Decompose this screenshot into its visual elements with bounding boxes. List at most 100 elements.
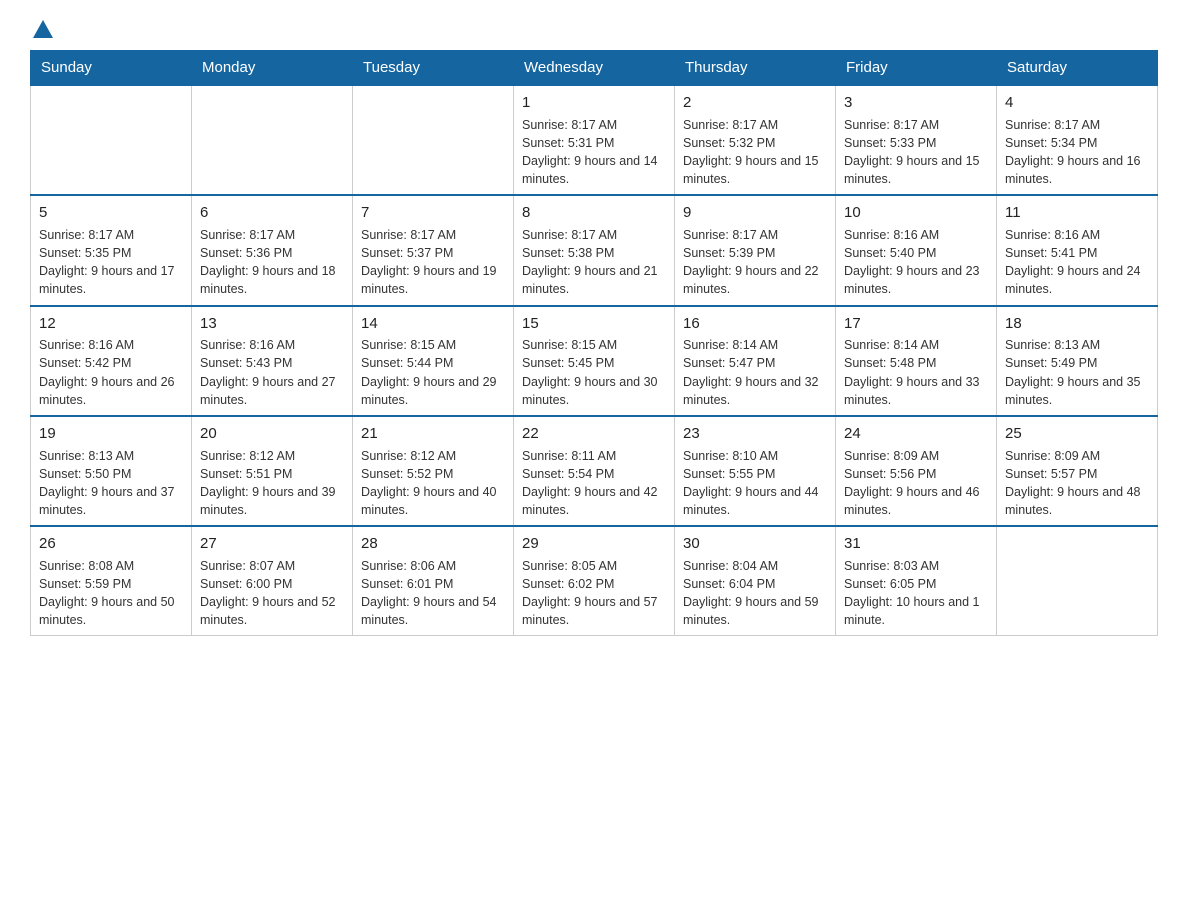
sunset-text: Sunset: 6:02 PM — [522, 577, 614, 591]
calendar-cell: 24Sunrise: 8:09 AMSunset: 5:56 PMDayligh… — [836, 416, 997, 526]
sunrise-text: Sunrise: 8:05 AM — [522, 559, 617, 573]
day-number: 13 — [200, 313, 344, 335]
sunrise-text: Sunrise: 8:12 AM — [361, 449, 456, 463]
calendar-cell: 10Sunrise: 8:16 AMSunset: 5:40 PMDayligh… — [836, 195, 997, 305]
day-number: 2 — [683, 92, 827, 114]
sunrise-text: Sunrise: 8:04 AM — [683, 559, 778, 573]
daylight-text: Daylight: 9 hours and 19 minutes. — [361, 264, 497, 296]
sunset-text: Sunset: 5:44 PM — [361, 356, 453, 370]
daylight-text: Daylight: 9 hours and 42 minutes. — [522, 485, 658, 517]
day-number: 8 — [522, 202, 666, 224]
sunrise-text: Sunrise: 8:16 AM — [1005, 228, 1100, 242]
sunrise-text: Sunrise: 8:08 AM — [39, 559, 134, 573]
day-number: 30 — [683, 533, 827, 555]
sunrise-text: Sunrise: 8:17 AM — [200, 228, 295, 242]
sunset-text: Sunset: 5:41 PM — [1005, 246, 1097, 260]
calendar-week-row-5: 26Sunrise: 8:08 AMSunset: 5:59 PMDayligh… — [31, 526, 1158, 636]
calendar-week-row-1: 1 Sunrise: 8:17 AM Sunset: 5:31 PM Daylight… — [31, 85, 1158, 195]
calendar-header-sunday: Sunday — [31, 51, 192, 86]
calendar-cell: 1Sunrise: 8:17 AMSunset: 5:31 PMDaylight… — [514, 85, 675, 195]
logo-triangle-icon — [33, 20, 53, 38]
calendar-cell: 23Sunrise: 8:10 AMSunset: 5:55 PMDayligh… — [675, 416, 836, 526]
calendar-cell: 17Sunrise: 8:14 AMSunset: 5:48 PMDayligh… — [836, 306, 997, 416]
calendar-cell: 13Sunrise: 8:16 AMSunset: 5:43 PMDayligh… — [192, 306, 353, 416]
calendar-cell: 11Sunrise: 8:16 AMSunset: 5:41 PMDayligh… — [997, 195, 1158, 305]
sunrise-text: Sunrise: 8:13 AM — [39, 449, 134, 463]
day-number: 27 — [200, 533, 344, 555]
sunrise-text: Sunrise: 8:17 AM — [39, 228, 134, 242]
sunrise-text: Sunrise: 8:16 AM — [39, 338, 134, 352]
calendar-cell: 26Sunrise: 8:08 AMSunset: 5:59 PMDayligh… — [31, 526, 192, 636]
calendar-cell: 25Sunrise: 8:09 AMSunset: 5:57 PMDayligh… — [997, 416, 1158, 526]
calendar-table: SundayMondayTuesdayWednesdayThursdayFrid… — [30, 50, 1158, 636]
daylight-text: Daylight: 9 hours and 18 minutes. — [200, 264, 336, 296]
sunset-text: Sunset: 5:35 PM — [39, 246, 131, 260]
sunrise-text: Sunrise: 8:17 AM — [361, 228, 456, 242]
sunset-text: Sunset: 5:50 PM — [39, 467, 131, 481]
calendar-header-wednesday: Wednesday — [514, 51, 675, 86]
sunset-text: Sunset: 5:49 PM — [1005, 356, 1097, 370]
day-number: 24 — [844, 423, 988, 445]
sunset-text: Sunset: 5:45 PM — [522, 356, 614, 370]
calendar-cell: 4Sunrise: 8:17 AMSunset: 5:34 PMDaylight… — [997, 85, 1158, 195]
sunset-text: Sunset: 5:55 PM — [683, 467, 775, 481]
logo — [30, 20, 53, 40]
calendar-week-row-2: 5 Sunrise: 8:17 AM Sunset: 5:35 PM Daylight… — [31, 195, 1158, 305]
day-number: 1 — [522, 92, 666, 114]
sunrise-text: Sunrise: 8:06 AM — [361, 559, 456, 573]
day-number: 15 — [522, 313, 666, 335]
day-number: 28 — [361, 533, 505, 555]
daylight-text: Daylight: 9 hours and 15 minutes. — [844, 154, 980, 186]
calendar-cell — [353, 85, 514, 195]
daylight-text: Daylight: 9 hours and 32 minutes. — [683, 375, 819, 407]
calendar-cell: 21Sunrise: 8:12 AMSunset: 5:52 PMDayligh… — [353, 416, 514, 526]
daylight-text: Daylight: 9 hours and 46 minutes. — [844, 485, 980, 517]
sunset-text: Sunset: 6:00 PM — [200, 577, 292, 591]
daylight-text: Daylight: 9 hours and 30 minutes. — [522, 375, 658, 407]
sunrise-text: Sunrise: 8:14 AM — [683, 338, 778, 352]
calendar-cell: 29Sunrise: 8:05 AMSunset: 6:02 PMDayligh… — [514, 526, 675, 636]
day-number: 5 — [39, 202, 183, 224]
sunset-text: Sunset: 5:42 PM — [39, 356, 131, 370]
sunrise-text: Sunrise: 8:16 AM — [844, 228, 939, 242]
calendar-cell: 15Sunrise: 8:15 AMSunset: 5:45 PMDayligh… — [514, 306, 675, 416]
day-number: 25 — [1005, 423, 1149, 445]
calendar-week-row-3: 12Sunrise: 8:16 AMSunset: 5:42 PMDayligh… — [31, 306, 1158, 416]
sunrise-text: Sunrise: 8:07 AM — [200, 559, 295, 573]
daylight-text: Daylight: 9 hours and 27 minutes. — [200, 375, 336, 407]
day-number: 7 — [361, 202, 505, 224]
sunset-text: Sunset: 6:04 PM — [683, 577, 775, 591]
calendar-cell — [997, 526, 1158, 636]
sunset-text: Sunset: 5:40 PM — [844, 246, 936, 260]
calendar-cell: 9Sunrise: 8:17 AMSunset: 5:39 PMDaylight… — [675, 195, 836, 305]
calendar-cell: 31Sunrise: 8:03 AMSunset: 6:05 PMDayligh… — [836, 526, 997, 636]
daylight-text: Daylight: 9 hours and 35 minutes. — [1005, 375, 1141, 407]
sunrise-text: Sunrise: 8:10 AM — [683, 449, 778, 463]
sunset-text: Sunset: 5:31 PM — [522, 136, 614, 150]
day-number: 4 — [1005, 92, 1149, 114]
sunset-text: Sunset: 5:32 PM — [683, 136, 775, 150]
calendar-cell: 5Sunrise: 8:17 AMSunset: 5:35 PMDaylight… — [31, 195, 192, 305]
sunrise-text: Sunrise: 8:17 AM — [522, 228, 617, 242]
day-number: 10 — [844, 202, 988, 224]
day-number: 6 — [200, 202, 344, 224]
calendar-cell: 28Sunrise: 8:06 AMSunset: 6:01 PMDayligh… — [353, 526, 514, 636]
calendar-header-saturday: Saturday — [997, 51, 1158, 86]
sunset-text: Sunset: 5:52 PM — [361, 467, 453, 481]
sunset-text: Sunset: 5:39 PM — [683, 246, 775, 260]
daylight-text: Daylight: 9 hours and 37 minutes. — [39, 485, 175, 517]
day-number: 31 — [844, 533, 988, 555]
daylight-text: Daylight: 9 hours and 29 minutes. — [361, 375, 497, 407]
daylight-text: Daylight: 9 hours and 48 minutes. — [1005, 485, 1141, 517]
daylight-text: Daylight: 9 hours and 14 minutes. — [522, 154, 658, 186]
sunrise-text: Sunrise: 8:17 AM — [1005, 118, 1100, 132]
calendar-header-monday: Monday — [192, 51, 353, 86]
page-header — [30, 20, 1158, 40]
calendar-week-row-4: 19Sunrise: 8:13 AMSunset: 5:50 PMDayligh… — [31, 416, 1158, 526]
sunset-text: Sunset: 5:54 PM — [522, 467, 614, 481]
calendar-cell: 19Sunrise: 8:13 AMSunset: 5:50 PMDayligh… — [31, 416, 192, 526]
calendar-header-row: SundayMondayTuesdayWednesdayThursdayFrid… — [31, 51, 1158, 86]
sunrise-text: Sunrise: 8:17 AM — [683, 118, 778, 132]
daylight-text: Daylight: 9 hours and 21 minutes. — [522, 264, 658, 296]
sunset-text: Sunset: 6:05 PM — [844, 577, 936, 591]
